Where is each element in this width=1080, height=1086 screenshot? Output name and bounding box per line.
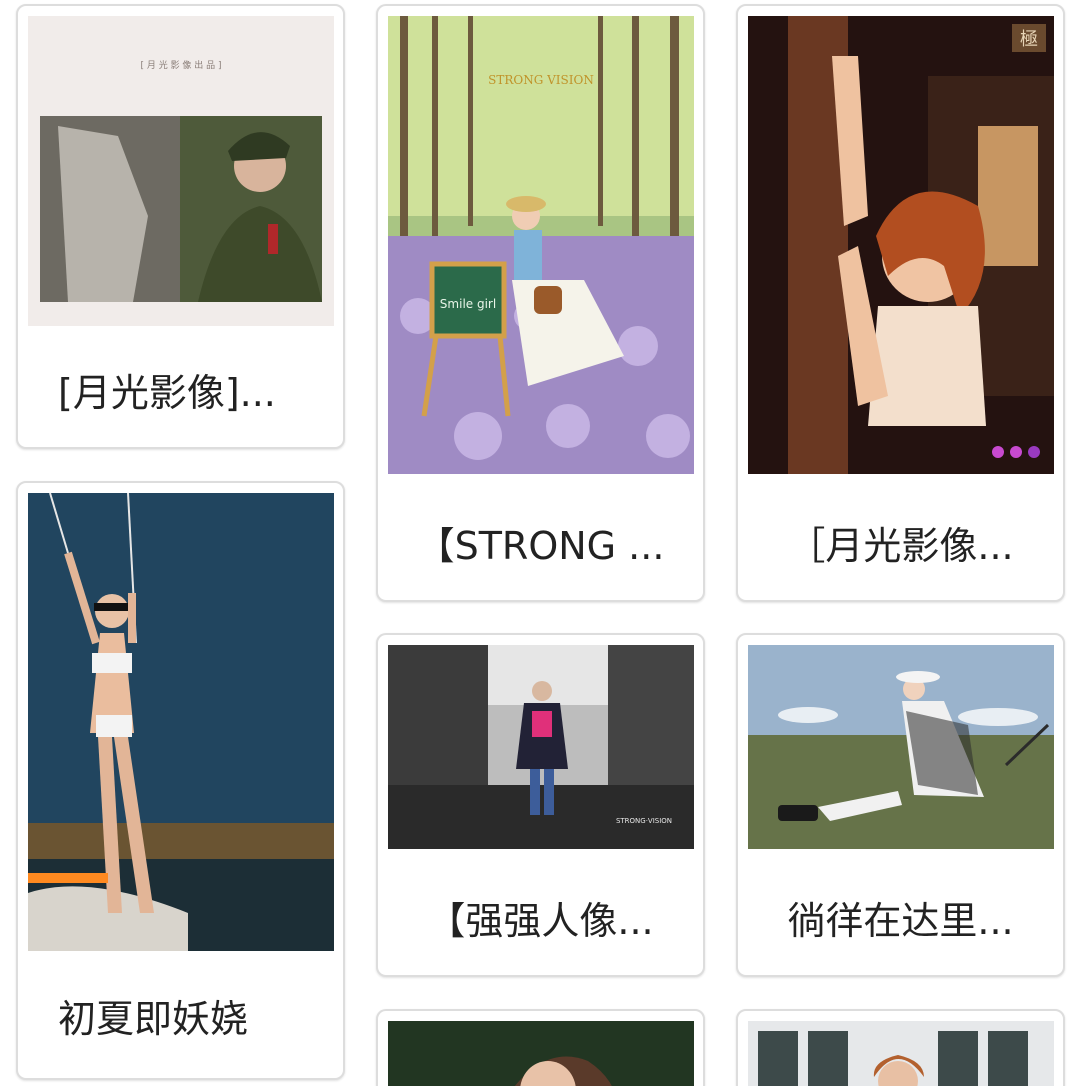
album-card-early-summer[interactable]: 初夏即妖娆 bbox=[16, 481, 345, 1080]
album-thumbnail-art: STRONG·VISION bbox=[388, 645, 694, 849]
strong-vision-logo: STRONG VISION bbox=[488, 73, 594, 87]
album-thumbnail-art bbox=[28, 493, 334, 951]
album-caption: 初夏即妖娆 bbox=[58, 997, 249, 1041]
moonlight-stamp: 極 bbox=[1020, 29, 1038, 50]
album-caption: ［月光影像... bbox=[787, 524, 1014, 568]
album-thumbnail: [ 月 光 影 像 出 品 ] bbox=[28, 16, 334, 326]
album-caption: [月光影像]... bbox=[58, 371, 276, 415]
album-card-strong-vision[interactable]: STRONG VISION Smile girl 【STRONG ... bbox=[376, 4, 705, 602]
album-caption: 【STRONG ... bbox=[416, 524, 665, 568]
album-card-partial-right[interactable] bbox=[736, 1009, 1065, 1086]
album-card-wander-dali[interactable]: 徜徉在达里... bbox=[736, 633, 1065, 977]
album-thumbnail-art bbox=[748, 1021, 1054, 1086]
album-thumbnail-art: [ 月 光 影 像 出 品 ] bbox=[28, 16, 334, 326]
album-card-moonlight-portrait[interactable]: 極 ［月光影像... bbox=[736, 4, 1065, 602]
album-caption: 徜徉在达里... bbox=[787, 899, 1014, 943]
album-thumbnail: STRONG VISION Smile girl bbox=[388, 16, 694, 474]
photo-album-grid: [ 月 光 影 像 出 品 ] [月光影像]... 初夏即妖娆 STRONG V… bbox=[0, 0, 1080, 1086]
album-thumbnail bbox=[28, 493, 334, 951]
album-thumbnail-art: STRONG VISION Smile girl bbox=[388, 16, 694, 474]
album-thumbnail: STRONG·VISION bbox=[388, 645, 694, 849]
smile-girl-board-text: Smile girl bbox=[440, 297, 496, 311]
album-thumbnail-art bbox=[388, 1021, 694, 1086]
album-thumbnail-art: 極 bbox=[748, 16, 1054, 474]
album-thumbnail bbox=[748, 1021, 1054, 1086]
album-card-qiangqiang-portrait[interactable]: STRONG·VISION 【强强人像... bbox=[376, 633, 705, 977]
album-thumbnail bbox=[388, 1021, 694, 1086]
album-thumbnail-art bbox=[748, 645, 1054, 849]
album-card-partial-left[interactable] bbox=[376, 1009, 705, 1086]
album-card-moonlight-poster[interactable]: [ 月 光 影 像 出 品 ] [月光影像]... bbox=[16, 4, 345, 449]
album-thumbnail bbox=[748, 645, 1054, 849]
poster-header-text: [ 月 光 影 像 出 品 ] bbox=[140, 59, 221, 71]
album-thumbnail: 極 bbox=[748, 16, 1054, 474]
album-caption: 【强强人像... bbox=[427, 899, 654, 943]
strong-vision-watermark: STRONG·VISION bbox=[616, 817, 672, 825]
